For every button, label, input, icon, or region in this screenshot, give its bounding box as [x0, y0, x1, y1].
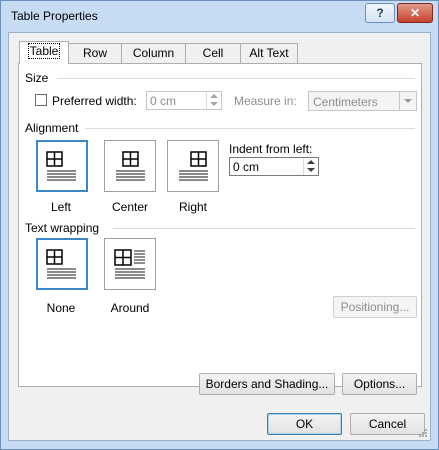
- alignment-separator: [85, 128, 415, 129]
- dialog-window: Table Properties ? ✕ Table Row Column Ce…: [0, 0, 439, 450]
- align-center-icon: [116, 151, 145, 181]
- borders-and-shading-button[interactable]: Borders and Shading...: [199, 373, 335, 395]
- cancel-button[interactable]: Cancel: [350, 413, 425, 435]
- spin-down-icon: [307, 168, 315, 172]
- close-icon: ✕: [409, 6, 421, 20]
- tab-table-label: Table: [27, 43, 61, 59]
- table-tab-page: Size Preferred width: 0 cm Measure in: C…: [18, 63, 422, 395]
- indent-from-left-label: Indent from left:: [229, 142, 313, 156]
- size-heading: Size: [25, 71, 49, 85]
- spin-up-icon: [307, 160, 315, 164]
- help-icon: ?: [376, 6, 384, 20]
- tab-row[interactable]: Row: [68, 43, 122, 63]
- align-right-icon: [179, 151, 208, 181]
- align-center-option[interactable]: [104, 140, 156, 192]
- align-center-label: Center: [111, 200, 149, 214]
- cancel-button-label: Cancel: [368, 417, 407, 431]
- measure-in-label: Measure in:: [234, 94, 297, 108]
- ok-button[interactable]: OK: [267, 413, 342, 435]
- wrap-none-icon: [46, 249, 76, 279]
- measure-in-select[interactable]: Centimeters: [308, 91, 417, 111]
- size-separator: [57, 78, 415, 79]
- resize-grip-icon[interactable]: [418, 428, 428, 438]
- align-right-label: Right: [178, 200, 207, 214]
- tab-column[interactable]: Column: [121, 43, 186, 63]
- measure-in-value: Centimeters: [313, 95, 378, 109]
- align-right-option[interactable]: [167, 140, 219, 192]
- tab-column-label: Column: [132, 46, 175, 60]
- close-button[interactable]: ✕: [397, 3, 433, 23]
- window-title: Table Properties: [11, 9, 98, 23]
- align-left-icon: [46, 151, 76, 181]
- preferred-width-spin-arrows[interactable]: [206, 92, 221, 109]
- chevron-down-icon: [404, 99, 412, 103]
- tab-alt-text[interactable]: Alt Text: [240, 43, 298, 63]
- tab-table[interactable]: Table: [19, 41, 69, 64]
- tab-alt-text-label: Alt Text: [249, 46, 289, 60]
- indent-spin-arrows[interactable]: [303, 158, 318, 175]
- indent-from-left-spinner[interactable]: 0 cm: [229, 157, 319, 176]
- positioning-button-label: Positioning...: [340, 300, 410, 314]
- positioning-button[interactable]: Positioning...: [333, 296, 417, 318]
- borders-and-shading-label: Borders and Shading...: [205, 377, 329, 391]
- measure-in-dropdown[interactable]: [399, 92, 416, 110]
- preferred-width-checkbox[interactable]: [35, 94, 47, 106]
- preferred-width-label: Preferred width:: [52, 94, 137, 108]
- options-button-label: Options...: [353, 377, 406, 391]
- wrap-around-icon: [114, 249, 145, 279]
- dialog-client-area: Table Row Column Cell Alt Text Size Pref…: [8, 32, 431, 441]
- preferred-width-spinner[interactable]: 0 cm: [146, 91, 222, 110]
- tab-cell[interactable]: Cell: [185, 43, 241, 63]
- help-button[interactable]: ?: [365, 3, 395, 23]
- preferred-width-value: 0 cm: [150, 94, 177, 108]
- wrap-around-option[interactable]: [104, 238, 156, 290]
- align-left-option[interactable]: [36, 140, 88, 192]
- indent-from-left-value[interactable]: 0 cm: [233, 160, 259, 174]
- wrap-none-label: None: [46, 301, 76, 315]
- options-button[interactable]: Options...: [342, 373, 417, 395]
- title-bar[interactable]: Table Properties ? ✕: [1, 1, 438, 33]
- alignment-heading: Alignment: [25, 121, 79, 135]
- text-wrapping-heading: Text wrapping: [25, 221, 100, 235]
- wrap-none-option[interactable]: [36, 238, 88, 290]
- ok-button-label: OK: [295, 417, 314, 431]
- tab-cell-label: Cell: [202, 46, 224, 60]
- spin-up-icon: [210, 94, 218, 98]
- align-left-label: Left: [50, 200, 71, 214]
- wrap-around-label: Around: [110, 301, 150, 315]
- text-wrapping-separator: [113, 228, 415, 229]
- spin-down-icon: [210, 102, 218, 106]
- tab-row-label: Row: [82, 46, 107, 60]
